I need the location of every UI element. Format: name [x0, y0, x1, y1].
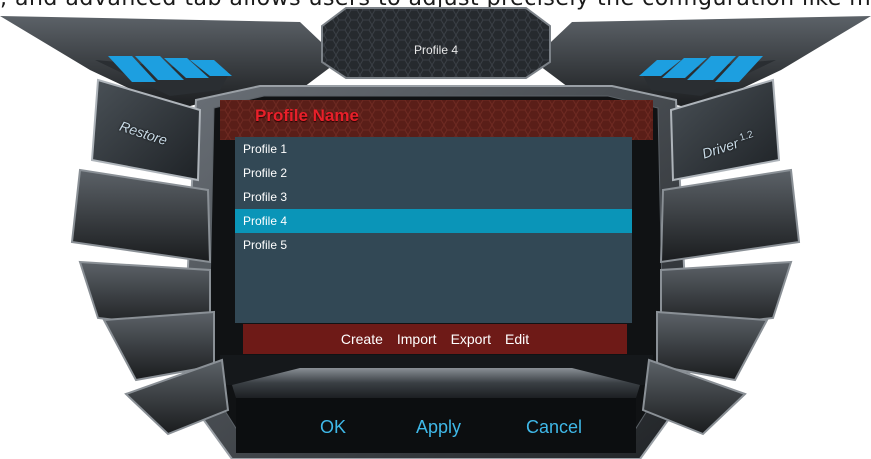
panel-title: Profile Name	[255, 106, 359, 125]
export-button[interactable]: Export	[451, 331, 491, 347]
profile-list-item-5[interactable]: Profile 5	[235, 233, 632, 257]
active-profile-label: Profile 4	[413, 43, 459, 57]
profile-list-item-3[interactable]: Profile 3	[235, 185, 632, 209]
driver-version: 1.2	[738, 129, 755, 144]
apply-button[interactable]: Apply	[416, 417, 461, 438]
profile-list-item-2[interactable]: Profile 2	[235, 161, 632, 185]
edit-button[interactable]: Edit	[505, 331, 529, 347]
profile-list-item-4[interactable]: Profile 4	[235, 209, 632, 233]
profile-manager-window: , and advanced tab allows users to adjus…	[0, 0, 871, 459]
profile-list-item-1[interactable]: Profile 1	[235, 137, 632, 161]
profile-list: Profile 1 Profile 2 Profile 3 Profile 4 …	[235, 137, 632, 323]
cancel-button[interactable]: Cancel	[526, 417, 582, 438]
ok-button[interactable]: OK	[320, 417, 346, 438]
import-button[interactable]: Import	[397, 331, 437, 347]
profile-action-bar: Create Import Export Edit	[243, 324, 627, 354]
create-button[interactable]: Create	[341, 331, 383, 347]
